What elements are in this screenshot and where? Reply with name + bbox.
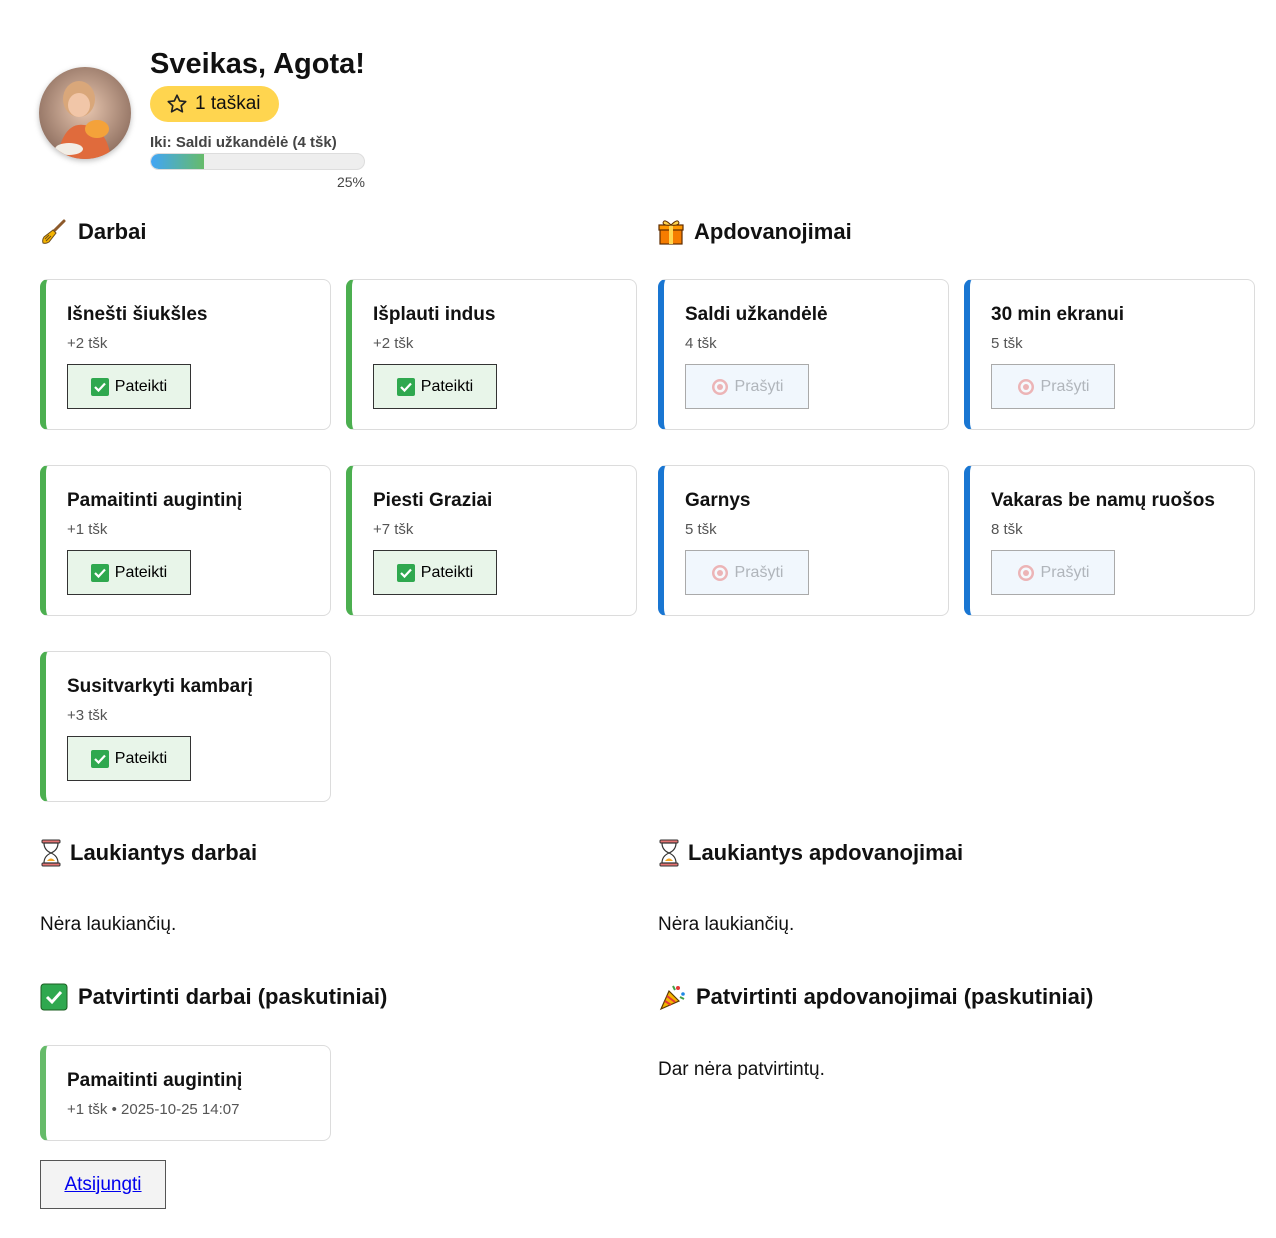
check-icon	[90, 749, 109, 768]
broom-icon	[40, 218, 68, 246]
reward-name: Garnys	[685, 490, 751, 511]
pending-rewards-title: Laukiantys apdovanojimai	[688, 840, 964, 865]
request-reward-button[interactable]: Prašyti	[685, 364, 809, 409]
chore-card: Piesti Graziai +7 tšk Pateikti	[346, 465, 637, 616]
approved-rewards-title: Patvirtinti apdovanojimai (paskutiniai)	[696, 984, 1094, 1009]
target-icon	[1017, 564, 1034, 581]
hourglass-icon	[40, 839, 62, 867]
chore-card: Susitvarkyti kambarį +3 tšk Pateikti	[40, 651, 331, 802]
chore-card: Išnešti šiukšles +2 tšk Pateikti	[40, 279, 331, 430]
star-icon	[167, 94, 187, 113]
pending-chores-title: Laukiantys darbai	[70, 840, 258, 865]
reward-name: Vakaras be namų ruošos	[991, 490, 1215, 511]
reward-cost: 5 tšk	[991, 335, 1023, 352]
pending-chores-heading: Laukiantys darbai	[40, 839, 257, 867]
check-icon	[40, 983, 68, 1011]
approved-chore-card: Pamaitinti augintinį +1 tšk • 2025-10-25…	[40, 1045, 331, 1141]
approved-chore-name: Pamaitinti augintinį	[67, 1070, 243, 1091]
pending-rewards-empty: Nėra laukiančių.	[658, 914, 795, 935]
pending-rewards-heading: Laukiantys apdovanojimai	[658, 839, 963, 867]
submit-chore-button[interactable]: Pateikti	[67, 364, 191, 409]
points-label: 1 taškai	[195, 93, 261, 114]
greeting: Sveikas, Agota!	[150, 48, 365, 80]
approved-chore-meta: +1 tšk • 2025-10-25 14:07	[67, 1101, 240, 1118]
approved-chores-title: Patvirtinti darbai (paskutiniai)	[78, 984, 388, 1009]
chore-name: Piesti Graziai	[373, 490, 493, 511]
goal-progress-fill	[151, 154, 205, 169]
gift-icon	[658, 218, 684, 246]
points-badge: 1 taškai	[150, 86, 279, 122]
request-reward-button[interactable]: Prašyti	[991, 550, 1115, 595]
rewards-title: Apdovanojimai	[694, 219, 852, 244]
approved-chores-heading: Patvirtinti darbai (paskutiniai)	[40, 983, 387, 1011]
chore-points: +7 tšk	[373, 521, 414, 538]
chore-name: Išnešti šiukšles	[67, 304, 208, 325]
approved-rewards-heading: Patvirtinti apdovanojimai (paskutiniai)	[658, 983, 1093, 1011]
chore-points: +1 tšk	[67, 521, 108, 538]
submit-chore-button[interactable]: Pateikti	[67, 736, 191, 781]
chore-points: +2 tšk	[373, 335, 414, 352]
submit-chore-button[interactable]: Pateikti	[373, 550, 497, 595]
request-reward-button[interactable]: Prašyti	[685, 550, 809, 595]
chore-card: Išplauti indus +2 tšk Pateikti	[346, 279, 637, 430]
chore-points: +3 tšk	[67, 707, 108, 724]
check-icon	[396, 377, 415, 396]
reward-name: Saldi užkandėlė	[685, 304, 828, 325]
check-icon	[396, 563, 415, 582]
check-icon	[90, 563, 109, 582]
reward-card: Saldi užkandėlė 4 tšk Prašyti	[658, 279, 949, 430]
goal-progress-percent: 25%	[336, 174, 365, 190]
target-icon	[711, 564, 728, 581]
submit-chore-button[interactable]: Pateikti	[373, 364, 497, 409]
party-popper-icon	[658, 983, 686, 1011]
logout-button[interactable]: Atsijungti	[40, 1160, 166, 1209]
approved-rewards-empty: Dar nėra patvirtintų.	[658, 1059, 825, 1080]
target-icon	[711, 378, 728, 395]
pending-chores-empty: Nėra laukiančių.	[40, 914, 177, 935]
reward-card: Vakaras be namų ruošos 8 tšk Prašyti	[964, 465, 1255, 616]
avatar-photo-icon	[39, 67, 131, 159]
chore-name: Susitvarkyti kambarį	[67, 676, 253, 697]
avatar	[39, 67, 131, 159]
request-reward-button[interactable]: Prašyti	[991, 364, 1115, 409]
logout-link[interactable]: Atsijungti	[64, 1174, 141, 1196]
target-icon	[1017, 378, 1034, 395]
goal-label: Iki: Saldi užkandėlė (4 tšk)	[150, 134, 337, 151]
check-icon	[90, 377, 109, 396]
chore-name: Išplauti indus	[373, 304, 496, 325]
chore-card: Pamaitinti augintinį +1 tšk Pateikti	[40, 465, 331, 616]
reward-cost: 4 tšk	[685, 335, 717, 352]
reward-cost: 5 tšk	[685, 521, 717, 538]
reward-name: 30 min ekranui	[991, 304, 1125, 325]
reward-card: 30 min ekranui 5 tšk Prašyti	[964, 279, 1255, 430]
submit-chore-button[interactable]: Pateikti	[67, 550, 191, 595]
chores-heading: Darbai	[40, 218, 146, 246]
goal-progress-bar	[150, 153, 365, 170]
chore-points: +2 tšk	[67, 335, 108, 352]
rewards-heading: Apdovanojimai	[658, 218, 852, 246]
reward-card: Garnys 5 tšk Prašyti	[658, 465, 949, 616]
chores-title: Darbai	[78, 219, 147, 244]
reward-cost: 8 tšk	[991, 521, 1023, 538]
hourglass-icon	[658, 839, 680, 867]
chore-name: Pamaitinti augintinį	[67, 490, 243, 511]
